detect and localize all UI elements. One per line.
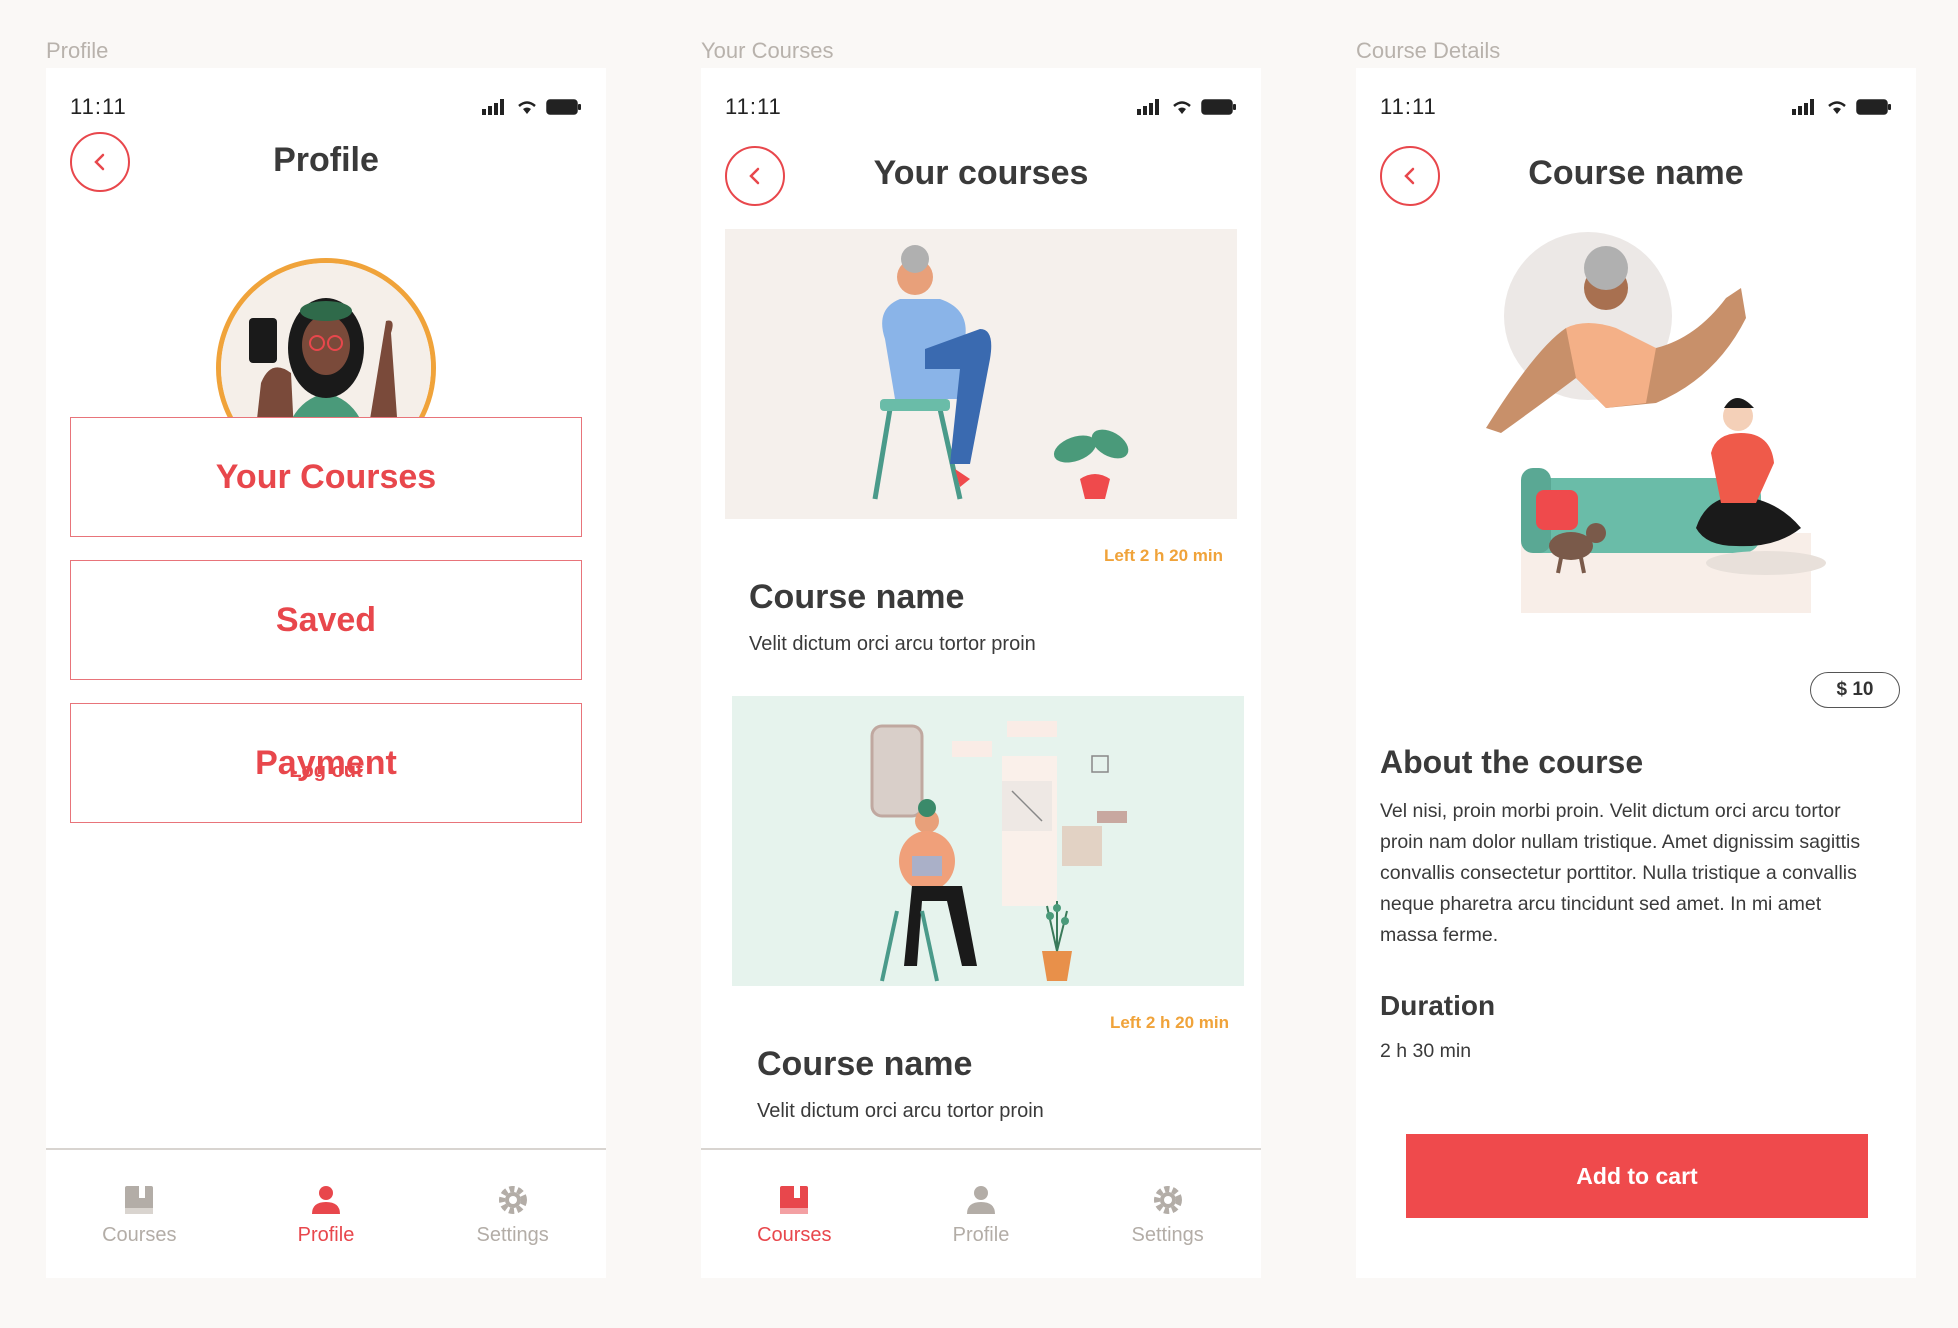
battery-icon [1856, 99, 1891, 115]
tab-courses-label: Courses [102, 1223, 177, 1246]
course-name[interactable]: Course name [757, 1045, 972, 1084]
wifi-icon [1173, 101, 1191, 114]
tab-settings[interactable]: Settings [443, 1182, 583, 1247]
duration-heading: Duration [1380, 990, 1496, 1021]
book-icon [780, 1185, 809, 1214]
details-screen: 11:11 Course name $ 10 About the course … [1356, 68, 1916, 1278]
course-time-left: Left 2 h 20 min [1103, 546, 1223, 565]
add-to-cart-button[interactable]: Add to cart [1406, 1134, 1868, 1218]
wifi-icon [518, 101, 536, 114]
user-icon [966, 1185, 995, 1214]
tab-courses-label: Courses [757, 1223, 832, 1246]
tab-bar: Courses Profile Settings [701, 1148, 1261, 1278]
duration-value: 2 h 30 min [1380, 1040, 1472, 1062]
tab-courses[interactable]: Courses [724, 1182, 864, 1247]
course-name[interactable]: Course name [749, 578, 964, 617]
courses-screen: 11:11 Your courses Left 2 h 20 min Cours… [701, 68, 1261, 1278]
status-time: 11:11 [70, 94, 127, 119]
status-bar: 11:11 [1380, 92, 1892, 122]
frame-label-details: Course Details [1356, 38, 1501, 63]
gear-icon [498, 1185, 527, 1214]
course-thumbnail[interactable] [725, 229, 1237, 519]
user-icon [311, 1185, 340, 1214]
battery-icon [546, 99, 581, 115]
course-illustration [732, 696, 1244, 986]
signal-icon [1792, 99, 1814, 115]
course-time-left: Left 2 h 20 min [1109, 1013, 1229, 1032]
battery-icon [1201, 99, 1236, 115]
page-title: Course name [1528, 154, 1744, 192]
tab-profile-label: Profile [952, 1223, 1010, 1246]
signal-icon [482, 99, 504, 115]
signal-icon [1137, 99, 1159, 115]
page-title: Profile [273, 141, 379, 179]
course-hero-illustration [1486, 232, 1826, 613]
about-heading: About the course [1380, 744, 1644, 780]
frame-label-profile: Profile [46, 38, 109, 63]
status-time: 11:11 [725, 94, 782, 119]
menu-saved-button[interactable]: Saved [70, 560, 582, 680]
course-description: Velit dictum orci arcu tortor proin [757, 1100, 1044, 1122]
course-description: Velit dictum orci arcu tortor proin [749, 633, 1036, 655]
status-bar: 11:11 [725, 92, 1237, 122]
price-badge: $ 10 [1810, 672, 1900, 708]
tab-courses[interactable]: Courses [69, 1182, 209, 1247]
frame-label-courses: Your Courses [701, 38, 834, 63]
tab-profile-label: Profile [297, 1223, 355, 1246]
gear-icon [1153, 1185, 1182, 1214]
tab-settings-label: Settings [476, 1223, 549, 1246]
tab-bar: Courses Profile Settings [46, 1148, 606, 1278]
course-thumbnail[interactable] [732, 696, 1244, 986]
logout-link[interactable]: Log out [46, 760, 606, 783]
tab-settings-label: Settings [1131, 1223, 1204, 1246]
tab-settings[interactable]: Settings [1098, 1182, 1238, 1247]
course-illustration [725, 229, 1237, 519]
tab-profile[interactable]: Profile [256, 1182, 396, 1247]
status-time: 11:11 [1380, 94, 1437, 119]
menu-your-courses-button[interactable]: Your Courses [70, 417, 582, 537]
wifi-icon [1828, 101, 1846, 114]
profile-screen: 11:11 Profile Your Courses Saved Payment… [46, 68, 606, 1278]
status-bar: 11:11 [70, 92, 582, 122]
book-icon [125, 1185, 154, 1214]
page-title: Your courses [873, 154, 1089, 192]
about-text: Vel nisi, proin morbi proin. Velit dictu… [1380, 800, 1861, 946]
tab-profile[interactable]: Profile [911, 1182, 1051, 1247]
